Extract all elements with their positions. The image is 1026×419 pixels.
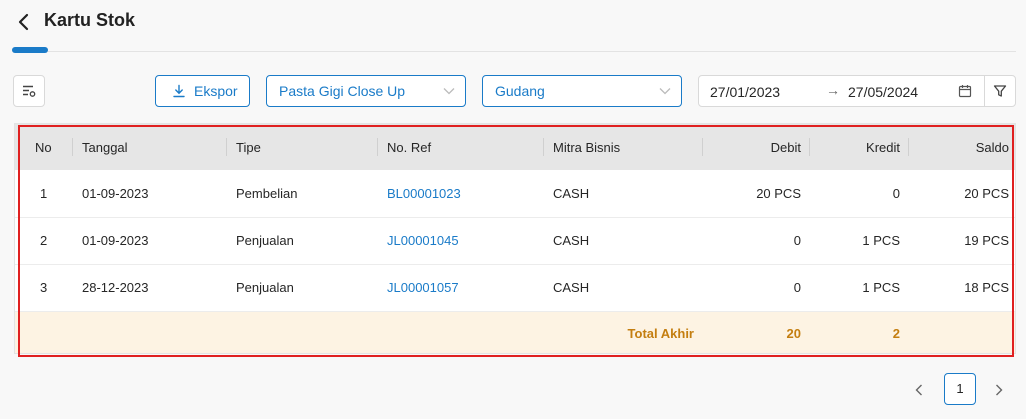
table-row: 3 28-12-2023 Penjualan JL00001057 CASH 0… [15,264,1015,311]
cell-tipe: Penjualan [236,233,294,248]
date-range-arrow-icon: → [826,82,840,98]
calendar-icon [958,85,972,98]
cell-debit: 0 [793,233,801,248]
pagination-page-current[interactable]: 1 [944,373,976,405]
column-header-tanggal[interactable]: Tanggal [72,124,226,170]
cell-kredit: 0 [892,185,900,201]
total-debit: 20 [786,326,801,342]
column-settings-button[interactable] [13,75,45,107]
warehouse-select-value: Gudang [495,83,545,99]
table-header-row: No Tanggal Tipe No. Ref Mitra Bisnis Deb… [15,124,1015,170]
date-to[interactable]: 27/05/2024 [848,84,918,100]
cell-mitra: CASH [553,185,590,201]
column-header-no-ref[interactable]: No. Ref [377,124,543,170]
cell-no: 1 [40,185,48,201]
cell-ref-link[interactable]: JL00001045 [377,217,543,264]
total-label: Total Akhir [627,326,694,342]
cell-tanggal: 01-09-2023 [82,185,149,201]
cell-saldo: 19 PCS [964,233,1009,248]
cell-tipe: Pembelian [236,185,298,201]
active-tab-indicator [12,47,48,53]
chevron-left-icon [915,384,922,396]
cell-tipe: Penjualan [236,280,294,295]
chevron-right-icon [996,384,1003,396]
table-row: 2 01-09-2023 Penjualan JL00001045 CASH 0… [15,217,1015,264]
column-settings-icon [23,85,36,97]
cell-ref-link[interactable]: JL00001057 [377,264,543,311]
cell-no: 3 [40,280,48,295]
export-button[interactable]: Ekspor [155,75,250,107]
tab-divider [12,51,1016,52]
cell-saldo: 20 PCS [964,185,1009,201]
chevron-down-icon [443,88,455,95]
pagination-next-button[interactable] [986,373,1014,405]
chevron-down-icon [659,88,671,95]
cell-saldo: 18 PCS [964,280,1009,295]
cell-tanggal: 01-09-2023 [82,233,149,248]
download-icon [173,84,185,98]
total-kredit: 2 [892,326,900,342]
column-header-saldo[interactable]: Saldo [908,124,1015,170]
warehouse-select[interactable]: Gudang [482,75,682,107]
cell-kredit: 1 PCS [862,233,900,248]
pagination-prev-button[interactable] [906,373,934,405]
date-range-picker[interactable]: 27/01/2023 → 27/05/2024 [698,75,985,107]
cell-kredit: 1 PCS [862,280,900,295]
cell-mitra: CASH [553,233,590,248]
column-header-mitra-bisnis[interactable]: Mitra Bisnis [543,124,702,170]
cell-debit: 20 PCS [756,185,801,201]
product-select[interactable]: Pasta Gigi Close Up [266,75,466,107]
total-saldo [908,311,1015,353]
header: Kartu Stok [0,0,1026,48]
column-header-kredit[interactable]: Kredit [809,124,908,170]
table-row: 1 01-09-2023 Pembelian BL00001023 CASH 2… [15,170,1015,217]
cell-mitra: CASH [553,280,590,295]
cell-no: 2 [40,233,48,248]
filter-button[interactable] [984,75,1016,107]
date-from[interactable]: 27/01/2023 [710,84,780,100]
column-header-debit[interactable]: Debit [702,124,809,170]
back-arrow-icon[interactable] [16,12,34,32]
product-select-value: Pasta Gigi Close Up [279,83,406,99]
cell-ref-link[interactable]: BL00001023 [377,170,543,217]
cell-tanggal: 28-12-2023 [82,280,149,295]
page-title: Kartu Stok [44,10,136,30]
export-label: Ekspor [194,83,238,99]
cell-debit: 0 [793,280,801,295]
total-row: Total Akhir 20 2 [15,311,1015,353]
stock-card-table: No Tanggal Tipe No. Ref Mitra Bisnis Deb… [14,123,1016,354]
column-header-tipe[interactable]: Tipe [226,124,377,170]
filter-icon [993,85,1007,97]
column-header-no[interactable]: No [15,124,72,170]
